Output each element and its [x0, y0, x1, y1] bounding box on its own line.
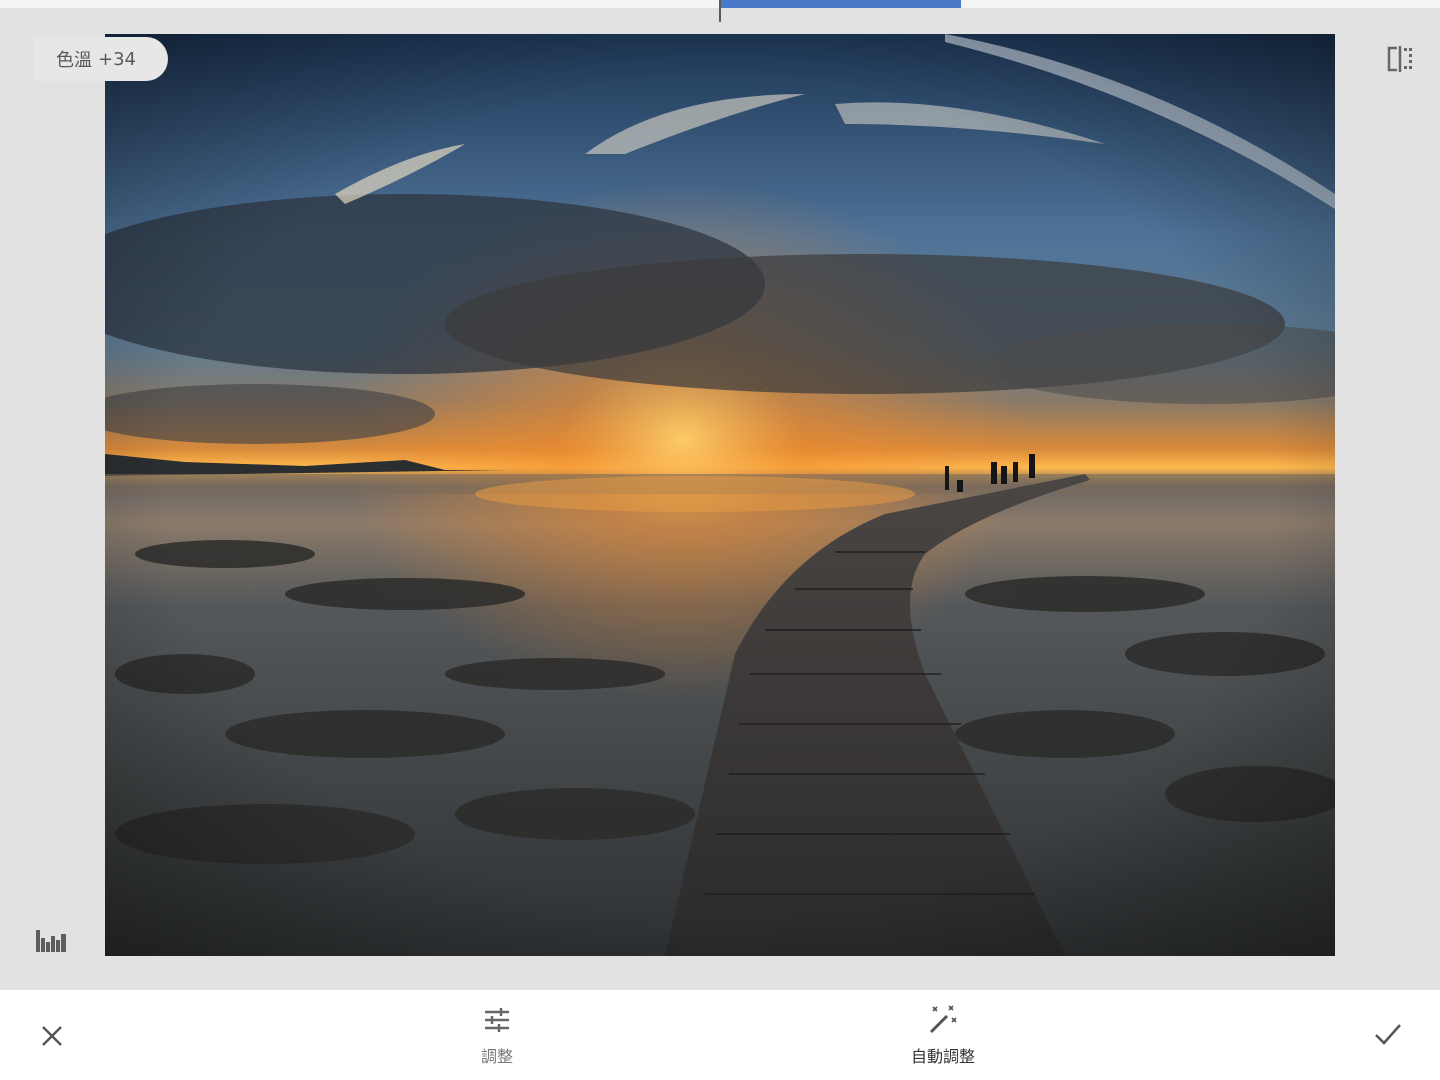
check-icon[interactable] — [1370, 1020, 1406, 1048]
bottom-toolbar: 調整 自動調整 — [0, 990, 1440, 1080]
parameter-value: +34 — [98, 48, 136, 70]
parameter-slider-track[interactable] — [0, 0, 1440, 22]
photo-canvas[interactable] — [105, 34, 1335, 956]
adjust-tool-label: 調整 — [480, 1047, 513, 1066]
auto-adjust-tool-label: 自動調整 — [910, 1047, 975, 1066]
compare-icon[interactable] — [1385, 44, 1415, 74]
close-icon[interactable] — [38, 1022, 66, 1050]
adjust-tool-button[interactable]: 調整 — [437, 1004, 557, 1074]
parameter-value-badge: 色溫 +34 — [34, 37, 168, 81]
sliders-icon — [481, 1004, 513, 1036]
parameter-slider-fill — [720, 0, 961, 8]
magic-wand-icon — [927, 1004, 959, 1036]
parameter-name: 色溫 — [56, 50, 92, 71]
parameter-slider-center-marker — [719, 0, 721, 22]
auto-adjust-tool-button[interactable]: 自動調整 — [883, 1004, 1003, 1074]
histogram-icon[interactable] — [35, 928, 67, 952]
sunset-pier-photo — [105, 34, 1335, 956]
